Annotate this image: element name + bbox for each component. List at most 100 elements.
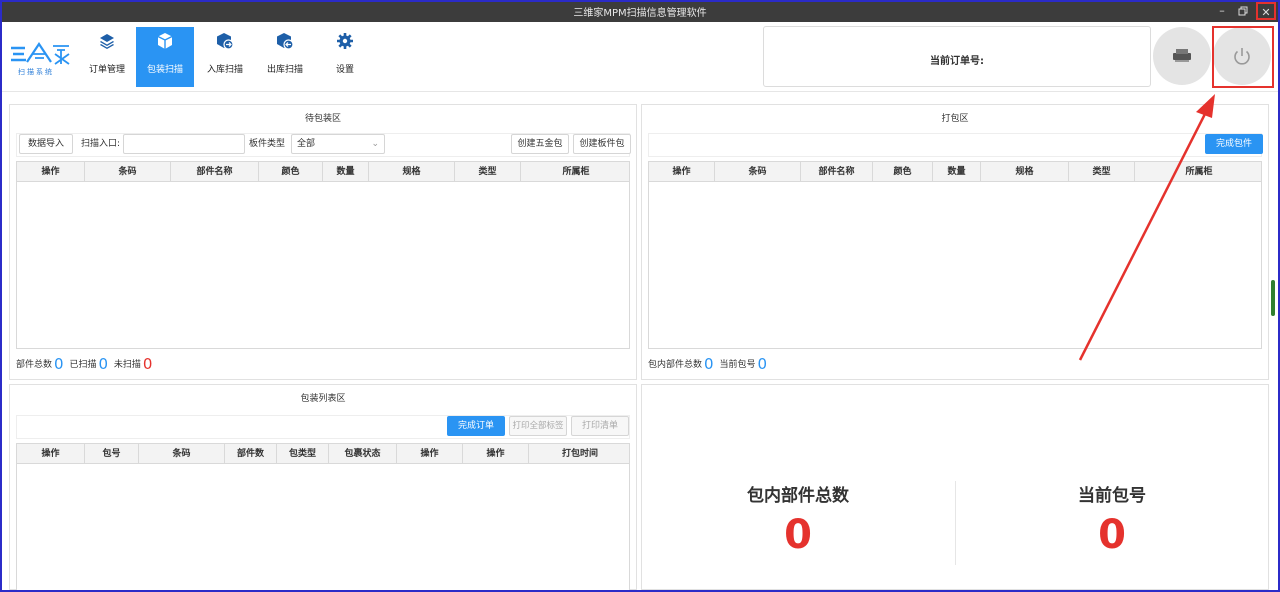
- outbound-icon: [277, 33, 294, 50]
- package-list-panel: 包装列表区 完成订单 打印全部标签 打印清单 操作 包号 条码 部件数 包类型 …: [9, 384, 637, 591]
- column-header: 数量: [323, 162, 369, 182]
- column-header: 操作: [649, 162, 715, 182]
- column-header: 类型: [1069, 162, 1135, 182]
- packing-toolbar: 完成包件: [648, 133, 1263, 157]
- brand-logo-icon: [11, 42, 70, 65]
- current-order-label: 当前订单号:: [930, 56, 984, 67]
- nav-inbound-scan[interactable]: 入库扫描: [196, 27, 254, 87]
- pack-parts-total-value: 0: [704, 355, 714, 373]
- nav-label: 订单管理: [88, 65, 125, 75]
- nav-label: 入库扫描: [206, 65, 243, 75]
- column-header: 所属柜: [562, 167, 590, 177]
- stat-parts-total: 包内部件总数 0: [642, 481, 954, 558]
- gear-icon: [337, 33, 353, 49]
- column-header: 操作: [397, 444, 463, 464]
- waiting-counters: 部件总数 0 已扫描 0 未扫描 0: [16, 354, 155, 374]
- box-icon: [157, 33, 173, 49]
- stat-label: 包内部件总数: [747, 486, 849, 506]
- nav-label: 设置: [335, 65, 354, 75]
- finish-pack-button[interactable]: 完成包件: [1205, 134, 1263, 154]
- column-header: 包裹状态: [329, 444, 397, 464]
- waiting-toolbar: 数据导入 扫描入口: 板件类型 全部 ⌄ 创建五金包 创建板件包: [16, 133, 631, 157]
- parts-total-value: 0: [54, 355, 64, 373]
- layers-icon: [100, 34, 114, 49]
- panel-title: 包装列表区: [300, 394, 346, 404]
- unscanned-value: 0: [142, 355, 153, 373]
- nav-label: 出库扫描: [266, 65, 303, 75]
- stat-label: 当前包号: [1078, 486, 1146, 506]
- table-header: 操作 包号 条码 部件数 包类型 包裹状态 操作 操作 打包时间: [17, 444, 629, 464]
- unscanned-label: 未扫描: [113, 360, 141, 370]
- column-header: 操作: [463, 444, 529, 464]
- package-list-table: 操作 包号 条码 部件数 包类型 包裹状态 操作 操作 打包时间: [16, 443, 630, 591]
- chevron-down-icon: ⌄: [371, 139, 379, 149]
- board-type-select[interactable]: 全部 ⌄: [291, 134, 385, 154]
- board-type-value: 全部: [297, 139, 316, 149]
- column-header: 打包时间: [561, 449, 598, 459]
- stat-current-pack: 当前包号 0: [956, 481, 1268, 558]
- stat-value: 0: [1098, 512, 1126, 558]
- column-header: 部件名称: [171, 162, 259, 182]
- logo-subtitle: 扫描系统: [18, 68, 54, 76]
- column-header: 所属柜: [1185, 167, 1213, 177]
- waiting-pack-panel: 待包装区 数据导入 扫描入口: 板件类型 全部 ⌄ 创建五金包 创建板件包 操作…: [9, 104, 637, 380]
- current-order-box: 当前订单号:: [763, 26, 1151, 87]
- column-header: 颜色: [873, 162, 933, 182]
- nav-settings[interactable]: 设置: [316, 27, 374, 87]
- create-hardware-pack-button[interactable]: 创建五金包: [511, 134, 569, 154]
- app-header: 扫描系统 订单管理 包装扫描 入库扫描 出库扫描 设置 当前订单号:: [0, 22, 1280, 92]
- stats-panel: 包内部件总数 0 当前包号 0: [641, 384, 1269, 590]
- nav-package-scan[interactable]: 包装扫描: [136, 27, 194, 87]
- inbound-icon: [217, 33, 234, 50]
- nav-outbound-scan[interactable]: 出库扫描: [256, 27, 314, 87]
- column-header: 类型: [455, 162, 521, 182]
- scanned-label: 已扫描: [69, 360, 97, 370]
- column-header: 操作: [17, 444, 85, 464]
- print-button[interactable]: [1153, 27, 1211, 85]
- printer-icon: [1173, 49, 1191, 62]
- column-header: 包类型: [277, 444, 329, 464]
- column-header: 条码: [85, 162, 171, 182]
- print-list-button[interactable]: 打印清单: [571, 416, 629, 436]
- scanned-value: 0: [98, 355, 108, 373]
- column-header: 数量: [933, 162, 981, 182]
- finish-order-button[interactable]: 完成订单: [447, 416, 505, 436]
- table-header: 操作 条码 部件名称 颜色 数量 规格 类型 所属柜: [649, 162, 1261, 182]
- package-list-toolbar: 完成订单 打印全部标签 打印清单: [16, 415, 630, 439]
- scan-entry-input[interactable]: [123, 134, 245, 154]
- restore-icon[interactable]: [1233, 2, 1253, 20]
- import-data-button[interactable]: 数据导入: [19, 134, 73, 154]
- stat-value: 0: [784, 512, 812, 558]
- logo: 扫描系统: [9, 40, 71, 80]
- column-header: 规格: [369, 162, 455, 182]
- nav-order-management[interactable]: 订单管理: [78, 27, 136, 87]
- column-header: 部件数: [225, 444, 277, 464]
- print-all-labels-button[interactable]: 打印全部标签: [509, 416, 567, 436]
- parts-total-label: 部件总数: [16, 360, 53, 370]
- packing-counters: 包内部件总数 0 当前包号 0: [648, 354, 770, 374]
- board-type-label: 板件类型: [249, 139, 286, 149]
- panel-title: 打包区: [941, 114, 969, 124]
- column-header: 操作: [17, 162, 85, 182]
- table-header: 操作 条码 部件名称 颜色 数量 规格 类型 所属柜: [17, 162, 629, 182]
- nav-label: 包装扫描: [146, 65, 183, 75]
- column-header: 包号: [85, 444, 139, 464]
- scrollbar[interactable]: [1271, 280, 1275, 316]
- column-header: 条码: [139, 444, 225, 464]
- power-highlight-box: [1212, 26, 1274, 88]
- column-header: 部件名称: [801, 162, 873, 182]
- window-title: 三维家MPM扫描信息管理软件: [573, 8, 707, 19]
- waiting-table: 操作 条码 部件名称 颜色 数量 规格 类型 所属柜: [16, 161, 630, 349]
- current-pack-label: 当前包号: [719, 360, 756, 370]
- panel-title: 待包装区: [304, 114, 341, 124]
- current-pack-value: 0: [757, 355, 767, 373]
- close-icon[interactable]: ✕: [1256, 2, 1276, 20]
- pack-parts-total-label: 包内部件总数: [648, 360, 703, 370]
- packing-panel: 打包区 完成包件 操作 条码 部件名称 颜色 数量 规格 类型 所属柜 包内部件…: [641, 104, 1269, 380]
- packing-table: 操作 条码 部件名称 颜色 数量 规格 类型 所属柜: [648, 161, 1262, 349]
- minimize-icon[interactable]: –: [1212, 2, 1232, 20]
- column-header: 条码: [715, 162, 801, 182]
- create-board-pack-button[interactable]: 创建板件包: [573, 134, 631, 154]
- title-bar: 三维家MPM扫描信息管理软件 – ✕: [0, 0, 1280, 22]
- column-header: 规格: [981, 162, 1069, 182]
